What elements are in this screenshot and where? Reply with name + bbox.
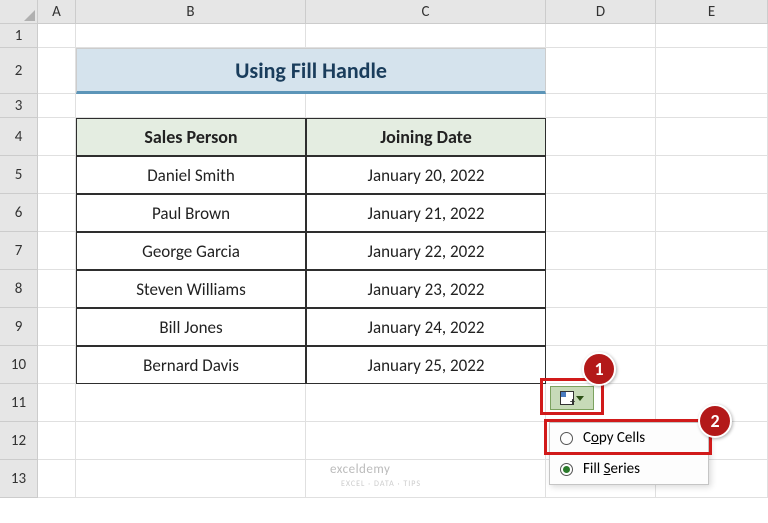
watermark-text: exceldemy [330,462,390,477]
cell-d9[interactable] [546,308,656,346]
table-row[interactable]: Steven Williams [76,270,306,308]
cell-d8[interactable] [546,270,656,308]
row-header-5[interactable]: 5 [0,156,38,194]
cell-e3[interactable] [656,94,768,118]
row-header-1[interactable]: 1 [0,24,38,48]
cell-b1[interactable] [76,24,306,48]
row-header-8[interactable]: 8 [0,270,38,308]
cell-d7[interactable] [546,232,656,270]
col-header-e[interactable]: E [656,0,768,24]
row-header-9[interactable]: 9 [0,308,38,346]
cell-b3[interactable] [76,94,306,118]
cell-e1[interactable] [656,24,768,48]
cell-a6[interactable] [38,194,76,232]
row-header-4[interactable]: 4 [0,118,38,156]
cell-e6[interactable] [656,194,768,232]
autofill-icon [560,391,574,405]
cell-d3[interactable] [546,94,656,118]
row-header-13[interactable]: 13 [0,460,38,498]
col-header-d[interactable]: D [546,0,656,24]
table-row[interactable]: Bernard Davis [76,346,306,384]
cell-d2[interactable] [546,48,656,94]
col-header-a[interactable]: A [38,0,76,24]
cell-b11[interactable] [76,384,306,422]
autofill-options-button[interactable] [550,386,594,410]
annotation-badge-1: 1 [582,352,616,386]
cell-a5[interactable] [38,156,76,194]
table-row[interactable]: January 21, 2022 [306,194,546,232]
cell-a2[interactable] [38,48,76,94]
cell-e10[interactable] [656,346,768,384]
cell-c1[interactable] [306,24,546,48]
cell-a12[interactable] [38,422,76,460]
row-header-11[interactable]: 11 [0,384,38,422]
cell-a10[interactable] [38,346,76,384]
annotation-badge-2: 2 [698,404,732,438]
cell-d1[interactable] [546,24,656,48]
cell-a13[interactable] [38,460,76,498]
autofill-options-menu: Copy Cells Fill Series [549,422,709,485]
row-header-12[interactable]: 12 [0,422,38,460]
row-header-3[interactable]: 3 [0,94,38,118]
menu-item-label: Fill Series [583,460,640,478]
cell-d4[interactable] [546,118,656,156]
cell-b12[interactable] [76,422,306,460]
menu-item-copy-cells[interactable]: Copy Cells [550,423,708,454]
table-row[interactable]: January 23, 2022 [306,270,546,308]
header-person[interactable]: Sales Person [76,118,306,156]
cell-b13[interactable] [76,460,306,498]
menu-item-fill-series[interactable]: Fill Series [550,454,708,484]
radio-unchecked-icon [560,432,573,445]
cell-c11[interactable] [306,384,546,422]
cell-a7[interactable] [38,232,76,270]
table-row[interactable]: Paul Brown [76,194,306,232]
cell-e9[interactable] [656,308,768,346]
chevron-down-icon [576,396,584,401]
row-header-2[interactable]: 2 [0,48,38,94]
cell-a8[interactable] [38,270,76,308]
cell-d6[interactable] [546,194,656,232]
cell-e5[interactable] [656,156,768,194]
cell-a3[interactable] [38,94,76,118]
cell-c12[interactable] [306,422,546,460]
cell-e8[interactable] [656,270,768,308]
menu-item-label: Copy Cells [583,429,645,447]
table-row[interactable]: George Garcia [76,232,306,270]
table-row[interactable]: Daniel Smith [76,156,306,194]
table-row[interactable]: January 24, 2022 [306,308,546,346]
select-all-corner[interactable] [0,0,38,24]
cell-a9[interactable] [38,308,76,346]
cell-d5[interactable] [546,156,656,194]
cell-e2[interactable] [656,48,768,94]
cell-e4[interactable] [656,118,768,156]
table-row[interactable]: January 25, 2022 [306,346,546,384]
cell-a1[interactable] [38,24,76,48]
header-date[interactable]: Joining Date [306,118,546,156]
table-row[interactable]: January 20, 2022 [306,156,546,194]
col-header-b[interactable]: B [76,0,306,24]
title-cell[interactable]: Using Fill Handle [76,48,546,94]
cell-e7[interactable] [656,232,768,270]
table-row[interactable]: Bill Jones [76,308,306,346]
cell-c3[interactable] [306,94,546,118]
watermark-subtext: EXCEL · DATA · TIPS [341,479,421,489]
cell-a4[interactable] [38,118,76,156]
radio-checked-icon [560,463,573,476]
row-header-6[interactable]: 6 [0,194,38,232]
row-header-7[interactable]: 7 [0,232,38,270]
cell-a11[interactable] [38,384,76,422]
row-header-10[interactable]: 10 [0,346,38,384]
table-row[interactable]: January 22, 2022 [306,232,546,270]
col-header-c[interactable]: C [306,0,546,24]
